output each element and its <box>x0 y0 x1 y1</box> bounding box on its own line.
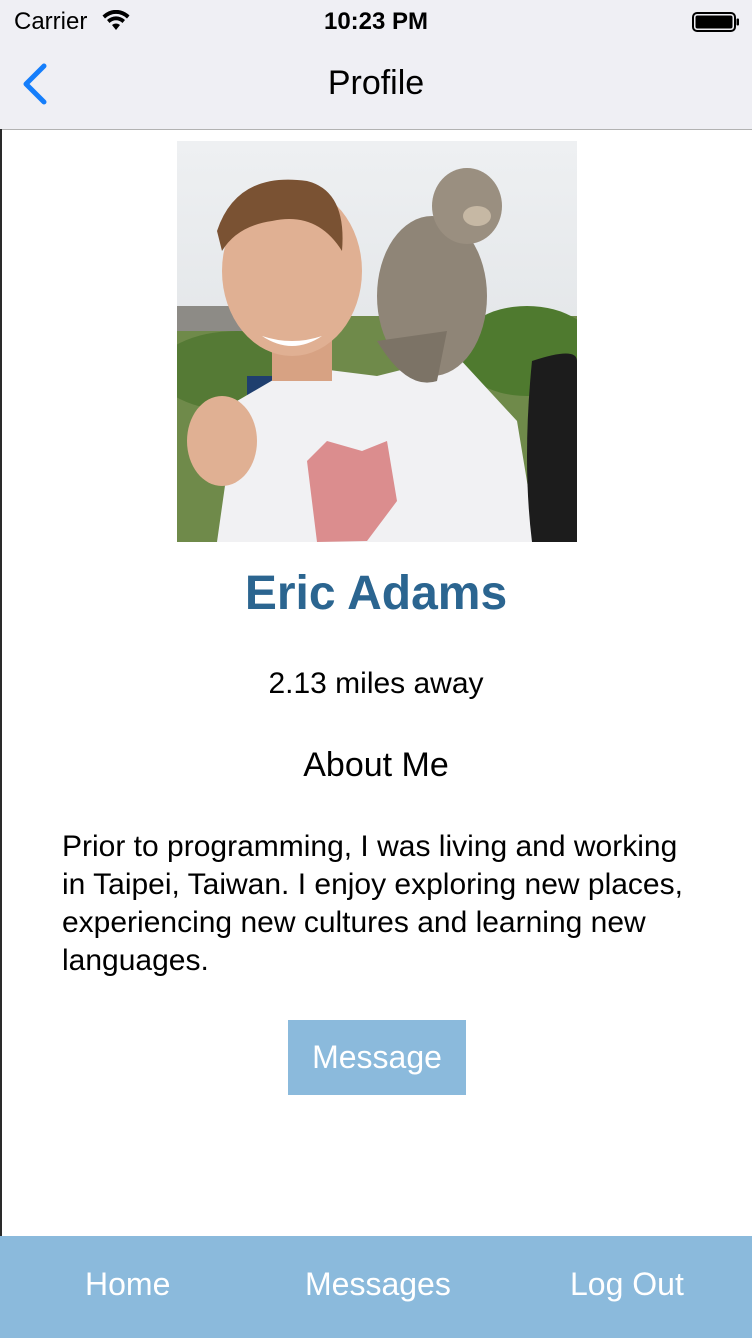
battery-icon <box>692 12 739 32</box>
status-bar: Carrier 10:23 PM <box>0 0 752 42</box>
distance-label: 2.13 miles away <box>268 667 484 700</box>
tab-log-out[interactable]: Log Out <box>570 1266 684 1303</box>
page-title: Profile <box>327 64 425 102</box>
tab-messages[interactable]: Messages <box>305 1266 451 1303</box>
profile-screen: Carrier 10:23 PM Profile Eric Adams 2.13… <box>0 0 752 1338</box>
status-time: 10:23 PM <box>323 8 429 35</box>
profile-photo <box>177 141 577 542</box>
tab-home[interactable]: Home <box>85 1266 170 1303</box>
navigation-bar: Profile <box>0 42 752 130</box>
profile-name: Eric Adams <box>244 567 508 620</box>
tab-bar: Home Messages Log Out <box>0 1236 752 1338</box>
message-button[interactable]: Message <box>288 1020 466 1095</box>
about-text: Prior to programming, I was living and w… <box>62 830 683 977</box>
about-heading: About Me <box>303 746 449 784</box>
